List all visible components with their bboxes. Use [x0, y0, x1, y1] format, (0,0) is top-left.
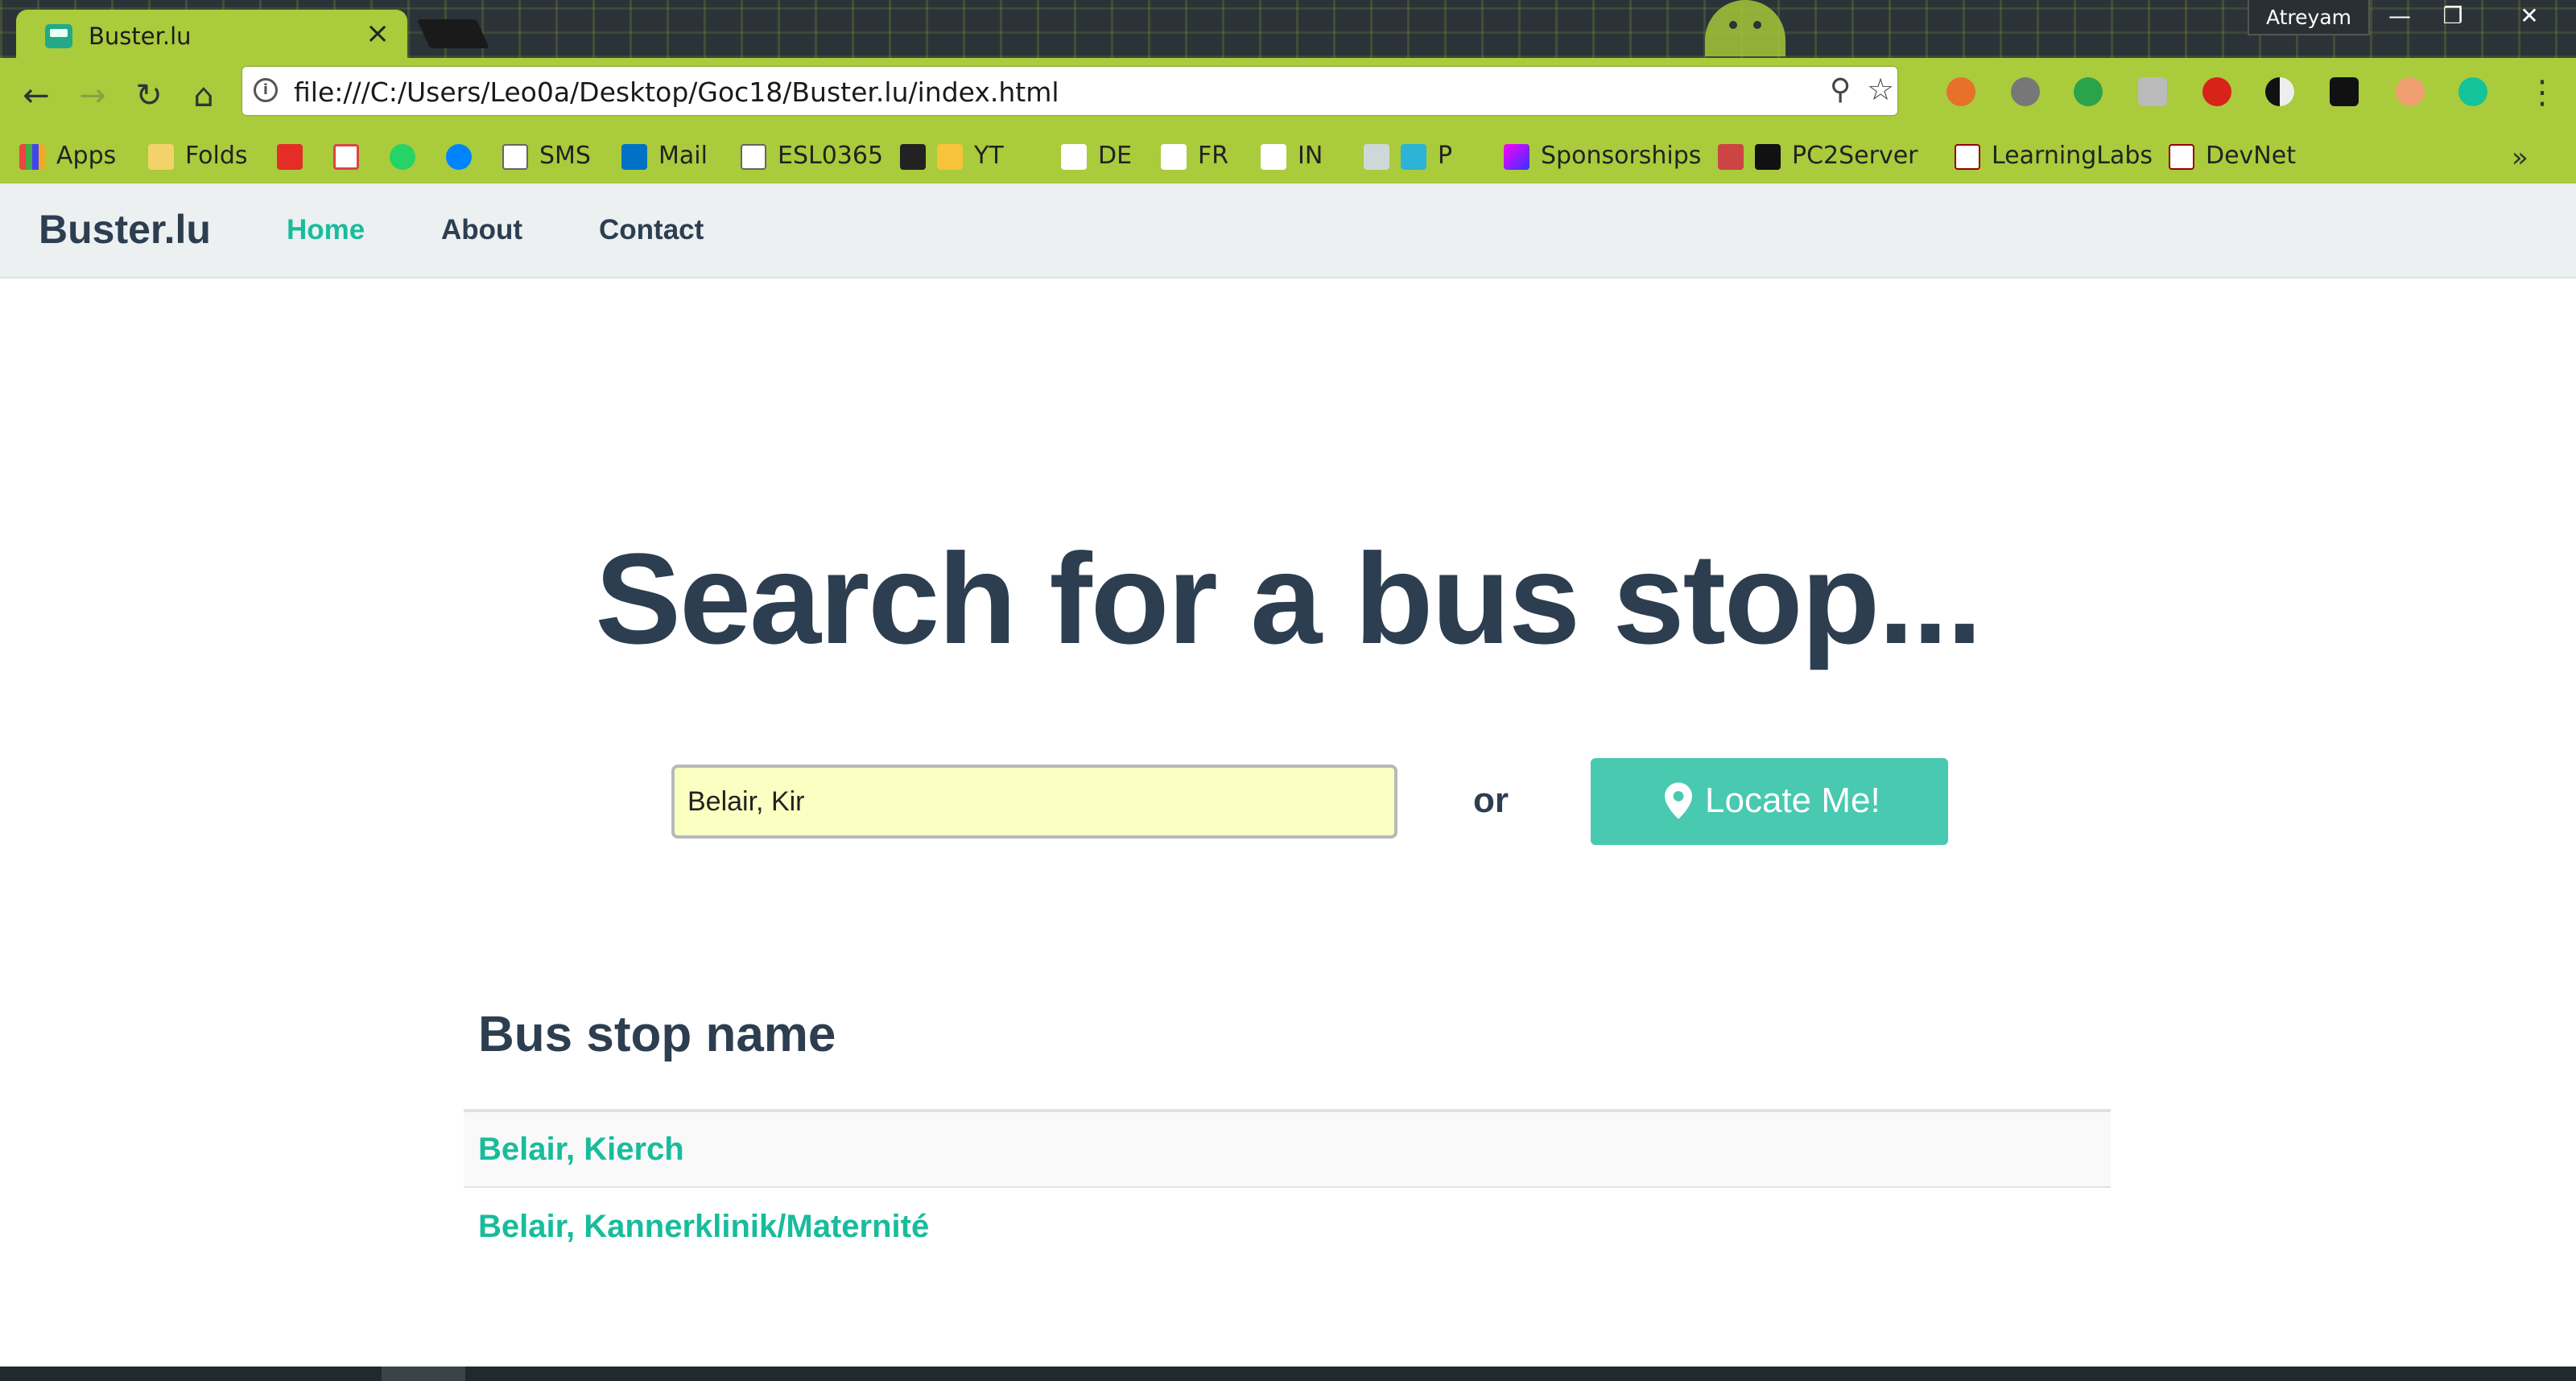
window-close-icon[interactable]: ✕ [2492, 0, 2566, 35]
messenger-icon [446, 143, 472, 170]
folder-icon [148, 143, 174, 170]
amazon-icon [1261, 143, 1286, 170]
bookmark-gmail[interactable] [333, 140, 370, 172]
browser-toolbar: ← → ↻ ⌂ i file:///C:/Users/Leo0a/Desktop… [0, 58, 2576, 130]
image-icon [1364, 143, 1389, 170]
bus-stop-search-input[interactable] [671, 765, 1397, 839]
zoom-icon[interactable]: ⚲ [1830, 73, 1851, 106]
new-tab-button[interactable] [416, 19, 490, 48]
forward-arrow-icon[interactable]: → [72, 76, 113, 116]
bookmark-misc[interactable]: P [1364, 140, 1452, 172]
browser-tab[interactable]: Buster.lu × [16, 10, 407, 58]
grammarly-extension-icon[interactable] [2458, 77, 2487, 106]
f-logo-icon [1504, 143, 1530, 170]
back-arrow-icon[interactable]: ← [16, 76, 56, 116]
brick-icon [1718, 143, 1744, 170]
profile-button[interactable]: Atreyam [2248, 0, 2370, 35]
cisco-icon [2169, 143, 2194, 170]
minimize-icon[interactable]: — [2375, 0, 2425, 35]
shield-extension-icon[interactable] [2138, 77, 2167, 106]
bookmark-messenger[interactable] [446, 140, 483, 172]
bookmark-folds[interactable]: Folds [148, 140, 248, 172]
site-brand[interactable]: Buster.lu [39, 206, 211, 253]
honey-extension-icon[interactable] [2396, 77, 2425, 106]
nav-home[interactable]: Home [287, 214, 365, 246]
browser-titlebar: Buster.lu × Atreyam — ❐ ✕ [0, 0, 2576, 58]
results-table-header: Bus stop name [478, 1007, 836, 1062]
bookmark-esl0365[interactable]: ESL0365 [741, 140, 883, 172]
bus-stop-link[interactable]: Belair, Kierch [478, 1132, 684, 1168]
locate-me-button[interactable]: Locate Me! [1591, 758, 1948, 845]
taskbar-strip [0, 1367, 2576, 1381]
reload-icon[interactable]: ↻ [129, 76, 169, 116]
bookmark-in[interactable]: IN [1261, 140, 1323, 172]
id-extension-icon[interactable] [2074, 77, 2103, 106]
adblock-extension-icon[interactable] [2202, 77, 2231, 106]
site-navbar: Buster.lu Home About Contact [0, 183, 2576, 278]
bookmark-star-icon[interactable]: ☆ [1867, 72, 1894, 107]
bookmark-pc2server[interactable]: PC2Server [1718, 140, 1918, 172]
amazon-icon [1161, 143, 1187, 170]
youtube-icon [277, 143, 303, 170]
amazon-extension-icon[interactable] [2330, 77, 2359, 106]
map-pin-icon [1665, 782, 1692, 819]
nav-about[interactable]: About [441, 214, 522, 246]
menu-dots-icon[interactable]: ⋮ [2526, 72, 2558, 113]
apps-grid-icon [19, 143, 45, 170]
whatsapp-icon [390, 143, 415, 170]
video-icon [900, 143, 926, 170]
contrast-extension-icon[interactable] [2265, 77, 2294, 106]
amazon-icon [1061, 143, 1087, 170]
table-row: Belair, Kierch [464, 1112, 2111, 1188]
home-icon[interactable]: ⌂ [184, 76, 224, 116]
bracket-icon [1401, 143, 1426, 170]
lightbulb-extension-icon[interactable] [2011, 77, 2040, 106]
cloud-icon [937, 143, 963, 170]
bookmark-whatsapp[interactable] [390, 140, 427, 172]
android-theme-icon [1705, 0, 1785, 56]
bookmark-apps[interactable]: Apps [19, 140, 116, 172]
bookmark-mail[interactable]: Mail [621, 140, 708, 172]
page-icon [502, 143, 528, 170]
bus-stop-link[interactable]: Belair, Kannerklinik/Maternité [478, 1209, 929, 1245]
gmail-icon [333, 143, 359, 170]
tab-title: Buster.lu [89, 23, 192, 50]
info-icon[interactable]: i [254, 78, 278, 102]
table-row: Belair, Kannerklinik/Maternité [464, 1189, 2111, 1265]
bookmark-sponsorships[interactable]: Sponsorships [1504, 140, 1701, 172]
address-bar[interactable]: i file:///C:/Users/Leo0a/Desktop/Goc18/B… [242, 66, 1898, 116]
bookmark-sms[interactable]: SMS [502, 140, 591, 172]
tab-close-icon[interactable]: × [365, 18, 390, 50]
htg-icon [1755, 143, 1781, 170]
bookmark-de[interactable]: DE [1061, 140, 1132, 172]
page-icon [741, 143, 766, 170]
bookmark-devnet[interactable]: DevNet [2169, 140, 2296, 172]
bookmarks-bar: Apps Folds SMS Mail ESL0365 YT DE FR IN … [0, 130, 2576, 183]
cisco-icon [1955, 143, 1980, 170]
bookmark-fr[interactable]: FR [1161, 140, 1228, 172]
or-label: or [1473, 781, 1509, 820]
bookmarks-overflow-icon[interactable]: » [2512, 142, 2529, 174]
nav-contact[interactable]: Contact [599, 214, 704, 246]
fire-extension-icon[interactable] [1946, 77, 1975, 106]
bus-favicon-icon [45, 24, 72, 48]
page-title: Search for a bus stop... [595, 526, 1982, 670]
bookmark-yt[interactable]: YT [900, 140, 1004, 172]
locate-me-label: Locate Me! [1705, 781, 1880, 820]
url-text[interactable]: file:///C:/Users/Leo0a/Desktop/Goc18/Bus… [294, 76, 1059, 108]
restore-icon[interactable]: ❐ [2428, 0, 2478, 35]
outlook-icon [621, 143, 647, 170]
bookmark-youtube[interactable] [277, 140, 314, 172]
bookmark-learninglabs[interactable]: LearningLabs [1955, 140, 2153, 172]
